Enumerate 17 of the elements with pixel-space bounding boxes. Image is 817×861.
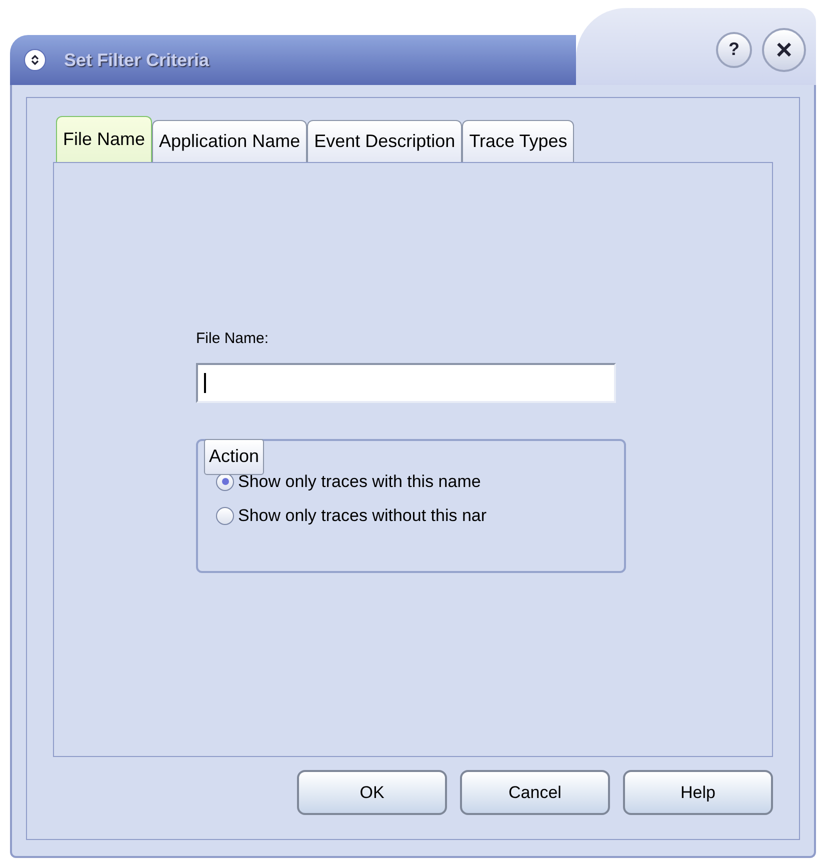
radio-button[interactable] — [216, 506, 234, 524]
dialog-button[interactable]: OK — [297, 770, 447, 815]
help-button[interactable]: ? — [716, 32, 752, 68]
tab[interactable]: Application Name — [152, 120, 308, 162]
dialog-button[interactable]: Help — [623, 770, 773, 815]
group-title: Action — [204, 438, 264, 474]
close-button[interactable]: × — [762, 28, 806, 72]
tab[interactable]: Trace Types — [462, 120, 574, 162]
file-name-field[interactable] — [196, 362, 616, 402]
window-title: Set Filter Criteria — [64, 48, 210, 72]
radio-label: Show only traces without this nar — [238, 504, 487, 527]
dialog-button[interactable]: Cancel — [460, 770, 610, 815]
field-label: File Name: — [196, 329, 269, 349]
up-down-chevron-icon — [30, 54, 40, 66]
window-menu-button[interactable] — [24, 49, 46, 71]
tab[interactable]: Event Description — [307, 120, 462, 162]
tab[interactable]: File Name — [56, 116, 152, 162]
